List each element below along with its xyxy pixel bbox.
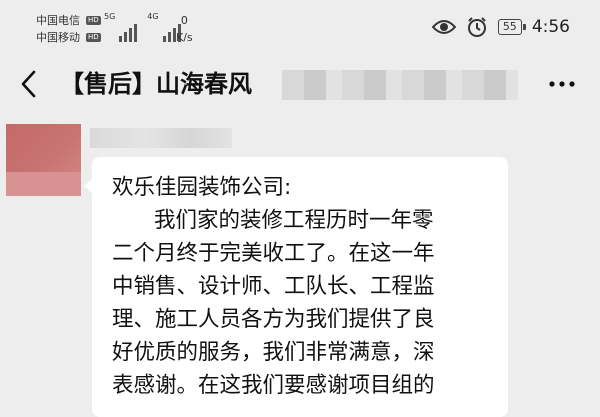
- carrier-2-label: 中国移动: [36, 31, 80, 44]
- message-line: 中销售、设计师、工队长、工程监: [112, 274, 435, 299]
- hd-badge: HD: [86, 16, 101, 25]
- carrier-info: 中国电信 HD 中国移动 HD: [36, 12, 101, 46]
- avatar[interactable]: [6, 124, 81, 196]
- more-dots-icon[interactable]: [546, 68, 578, 100]
- redacted-name: [282, 70, 518, 100]
- message-line: 我们家的装修工程历时一年零: [154, 208, 434, 233]
- eye-icon: [431, 20, 456, 34]
- message-line: 表感谢。在这我们要感谢项目组的: [112, 373, 435, 398]
- battery-indicator: 55: [497, 19, 526, 35]
- status-bar: 中国电信 HD 中国移动 HD 5G 4G 0 K/s 55 4:56: [0, 0, 600, 56]
- message-line: 好优质的服务，我们非常满意，深: [112, 340, 435, 365]
- message-bubble[interactable]: 欢乐佳园装饰公司: 我们家的装修工程历时一年零 二个月终于完美收工了。在这一年 …: [84, 157, 508, 417]
- chevron-left-icon[interactable]: [14, 68, 46, 100]
- chat-title: 【售后】山海春风: [60, 70, 252, 98]
- message-line: 欢乐佳园装饰公司:: [112, 175, 292, 200]
- hd-badge: HD: [86, 33, 101, 42]
- redacted-sender-name: [90, 128, 232, 148]
- carrier-1-label: 中国电信: [36, 14, 80, 27]
- signal-4g-label: 4G: [147, 12, 159, 21]
- status-time: 4:56: [531, 17, 570, 37]
- signal-5g-icon: 5G: [104, 12, 138, 42]
- signal-indicators: 5G 4G: [104, 12, 181, 42]
- message-line: 二个月终于完美收工了。在这一年: [112, 241, 435, 266]
- network-speed: 0 K/s: [176, 12, 193, 46]
- speed-value: 0: [180, 14, 188, 27]
- message-line: 理、施工人员各方为我们提供了良: [112, 307, 435, 332]
- speed-unit: K/s: [176, 31, 193, 44]
- message-text: 欢乐佳园装饰公司: 我们家的装修工程历时一年零 二个月终于完美收工了。在这一年 …: [112, 171, 492, 402]
- alarm-icon: [467, 17, 486, 37]
- signal-5g-label: 5G: [104, 12, 116, 21]
- chat-header: 【售后】山海春风: [0, 56, 600, 112]
